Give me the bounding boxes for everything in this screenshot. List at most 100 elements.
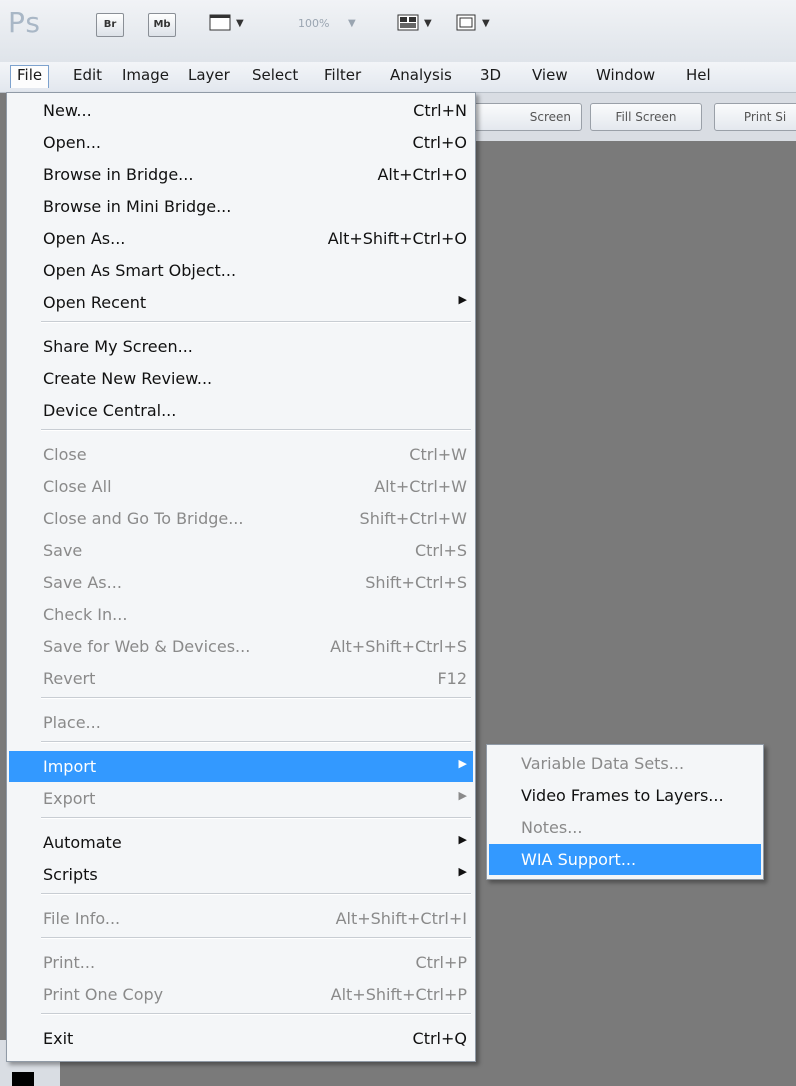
menu-item-share-my-screen[interactable]: Share My Screen...	[9, 331, 473, 362]
submenu-item-notes[interactable]: Notes...	[489, 812, 761, 843]
menu-item-new[interactable]: New... Ctrl+N	[9, 95, 473, 126]
foreground-color-swatch[interactable]	[12, 1072, 34, 1086]
menu-item-shortcut: Shift+Ctrl+S	[365, 573, 467, 592]
menu-item-shortcut: Ctrl+N	[413, 101, 467, 120]
menu-item-close-and-go-to-bridge[interactable]: Close and Go To Bridge... Shift+Ctrl+W	[9, 503, 473, 534]
menu-item-print[interactable]: Print... Ctrl+P	[9, 947, 473, 978]
submenu-item-wia-support[interactable]: WIA Support...	[489, 844, 761, 875]
menu-item-browse-in-mini-bridge[interactable]: Browse in Mini Bridge...	[9, 191, 473, 222]
menu-separator	[41, 429, 471, 431]
menu-bar: File Edit Image Layer Select Filter Anal…	[0, 62, 796, 93]
menu-item-open-recent[interactable]: Open Recent ▶	[9, 287, 473, 318]
menu-item-device-central[interactable]: Device Central...	[9, 395, 473, 426]
menu-item-shortcut: Alt+Ctrl+W	[374, 477, 467, 496]
submenu-item-label: WIA Support...	[521, 850, 637, 869]
menu-image[interactable]: Image	[116, 66, 175, 88]
menu-layer[interactable]: Layer	[182, 66, 236, 88]
menu-item-save[interactable]: Save Ctrl+S	[9, 535, 473, 566]
file-menu: New... Ctrl+N Open... Ctrl+O Browse in B…	[6, 92, 476, 1062]
menu-window[interactable]: Window	[590, 66, 661, 88]
options-bar: Screen Fill Screen Print Si	[470, 93, 796, 141]
menu-item-open-as-smart-object[interactable]: Open As Smart Object...	[9, 255, 473, 286]
menu-item-shortcut: Ctrl+P	[415, 953, 467, 972]
menu-item-shortcut: Ctrl+S	[414, 541, 467, 560]
menu-item-shortcut: Ctrl+O	[412, 133, 467, 152]
menu-separator	[41, 741, 471, 743]
menu-separator	[41, 817, 471, 819]
submenu-item-label: Variable Data Sets...	[521, 754, 685, 773]
menu-item-label: Automate	[43, 833, 122, 852]
import-submenu: Variable Data Sets... Video Frames to La…	[486, 744, 764, 880]
menu-item-label: Browse in Mini Bridge...	[43, 197, 232, 216]
menu-item-close-all[interactable]: Close All Alt+Ctrl+W	[9, 471, 473, 502]
menu-item-close[interactable]: Close Ctrl+W	[9, 439, 473, 470]
menu-view[interactable]: View	[526, 66, 574, 88]
menu-item-open-as[interactable]: Open As... Alt+Shift+Ctrl+O	[9, 223, 473, 254]
menu-item-label: Import	[43, 757, 97, 776]
mini-bridge-button[interactable]: Mb	[148, 13, 176, 37]
menu-item-place[interactable]: Place...	[9, 707, 473, 738]
menu-select[interactable]: Select	[246, 66, 304, 88]
submenu-arrow-icon: ▶	[458, 789, 467, 802]
menu-item-save-as[interactable]: Save As... Shift+Ctrl+S	[9, 567, 473, 598]
arrange-icon[interactable]	[396, 11, 420, 33]
fill-screen-button[interactable]: Fill Screen	[590, 103, 702, 131]
menu-item-automate[interactable]: Automate ▶	[9, 827, 473, 858]
filmstrip-dropdown-arrow[interactable]: ▼	[236, 13, 244, 35]
menu-item-print-one-copy[interactable]: Print One Copy Alt+Shift+Ctrl+P	[9, 979, 473, 1010]
menu-item-browse-in-bridge[interactable]: Browse in Bridge... Alt+Ctrl+O	[9, 159, 473, 190]
menu-separator	[41, 937, 471, 939]
submenu-arrow-icon: ▶	[458, 865, 467, 878]
menu-filter[interactable]: Filter	[318, 66, 367, 88]
menu-item-label: Create New Review...	[43, 369, 213, 388]
menu-3d[interactable]: 3D	[474, 66, 507, 88]
screen-mode-dropdown-arrow[interactable]: ▼	[482, 13, 490, 35]
screen-button[interactable]: Screen	[470, 103, 582, 131]
menu-item-shortcut: Alt+Shift+Ctrl+I	[335, 909, 467, 928]
menu-item-label: Revert	[43, 669, 96, 688]
menu-item-revert[interactable]: Revert F12	[9, 663, 473, 694]
submenu-item-video-frames-to-layers[interactable]: Video Frames to Layers...	[489, 780, 761, 811]
menu-item-export[interactable]: Export ▶	[9, 783, 473, 814]
menu-item-label: Print...	[43, 953, 96, 972]
menu-item-label: Exit	[43, 1029, 74, 1048]
menu-separator	[41, 321, 471, 323]
submenu-item-label: Notes...	[521, 818, 583, 837]
menu-item-file-info[interactable]: File Info... Alt+Shift+Ctrl+I	[9, 903, 473, 934]
submenu-item-label: Video Frames to Layers...	[521, 786, 724, 805]
menu-item-label: Scripts	[43, 865, 98, 884]
submenu-item-variable-data-sets[interactable]: Variable Data Sets...	[489, 748, 761, 779]
bridge-button[interactable]: Br	[96, 13, 124, 37]
menu-item-label: Place...	[43, 713, 101, 732]
screen-mode-icon[interactable]	[454, 11, 478, 33]
menu-item-check-in[interactable]: Check In...	[9, 599, 473, 630]
menu-item-label: Browse in Bridge...	[43, 165, 194, 184]
menu-item-label: Close and Go To Bridge...	[43, 509, 244, 528]
filmstrip-icon[interactable]	[208, 11, 232, 33]
menu-item-import[interactable]: Import ▶	[9, 751, 473, 782]
menu-item-shortcut: Alt+Shift+Ctrl+S	[330, 637, 467, 656]
menu-item-save-for-web[interactable]: Save for Web & Devices... Alt+Shift+Ctrl…	[9, 631, 473, 662]
menu-item-scripts[interactable]: Scripts ▶	[9, 859, 473, 890]
menu-item-label: Close	[43, 445, 87, 464]
menu-item-shortcut: Alt+Shift+Ctrl+P	[330, 985, 467, 1004]
menu-edit[interactable]: Edit	[67, 66, 108, 88]
menu-help[interactable]: Hel	[680, 66, 717, 88]
menu-item-create-new-review[interactable]: Create New Review...	[9, 363, 473, 394]
menu-file[interactable]: File	[10, 65, 50, 88]
menu-item-label: Open...	[43, 133, 101, 152]
menu-separator	[41, 697, 471, 699]
print-size-button[interactable]: Print Si	[714, 103, 796, 131]
menu-item-open[interactable]: Open... Ctrl+O	[9, 127, 473, 158]
photoshop-logo: Ps	[8, 6, 41, 39]
menu-item-exit[interactable]: Exit Ctrl+Q	[9, 1023, 473, 1054]
zoom-dropdown-arrow[interactable]: ▼	[348, 13, 356, 35]
menu-item-label: Close All	[43, 477, 112, 496]
menu-analysis[interactable]: Analysis	[384, 66, 458, 88]
menu-item-label: Save	[43, 541, 83, 560]
menu-item-label: Share My Screen...	[43, 337, 193, 356]
menu-item-shortcut: F12	[437, 669, 467, 688]
menu-item-label: Save As...	[43, 573, 122, 592]
zoom-level[interactable]: 100%	[298, 13, 329, 35]
arrange-dropdown-arrow[interactable]: ▼	[424, 13, 432, 35]
